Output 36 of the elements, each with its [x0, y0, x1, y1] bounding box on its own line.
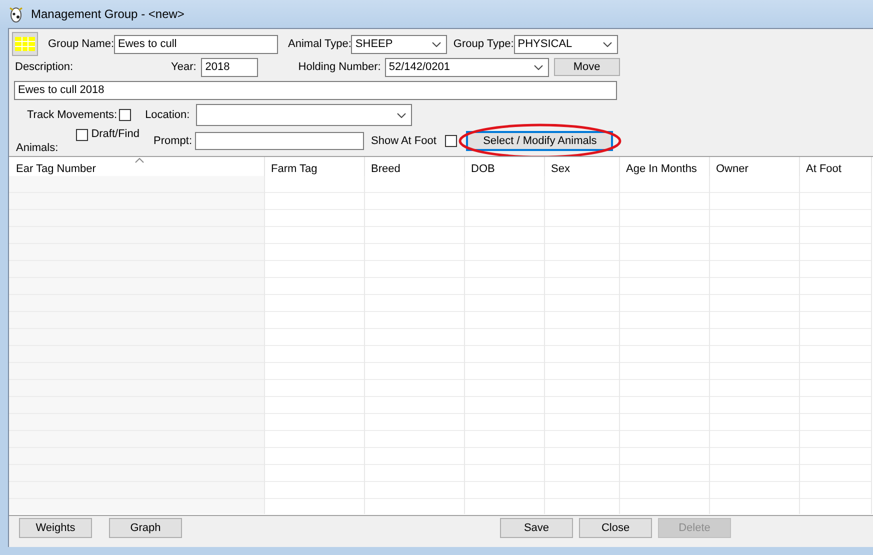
show-at-foot-checkbox[interactable]: [445, 135, 458, 147]
field-label: Year:: [171, 61, 196, 73]
prompt-field[interactable]: [195, 132, 364, 150]
field-label: Location:: [145, 109, 190, 121]
move-button[interactable]: Move: [554, 58, 620, 76]
description-field[interactable]: Ewes to cull 2018: [14, 80, 617, 100]
footer-button[interactable]: Graph: [109, 518, 182, 538]
window-title: Management Group - <new>: [31, 7, 184, 21]
footer-button[interactable]: Weights: [19, 518, 92, 538]
field-label: Animals:: [16, 142, 58, 154]
field-label: Show At Foot: [371, 135, 436, 147]
field-label: Description:: [15, 61, 74, 73]
field-label: Animal Type:: [288, 38, 352, 50]
cow-icon: [8, 5, 24, 23]
chevron-down-icon: [534, 64, 543, 70]
location-dropdown[interactable]: [196, 104, 412, 126]
chevron-down-icon: [432, 42, 442, 46]
animal-type-dropdown[interactable]: SHEEP: [351, 34, 448, 54]
field-label: Prompt:: [153, 135, 192, 147]
sort-icon: [135, 158, 144, 163]
draft-find-checkbox[interactable]: [76, 129, 88, 141]
field-label: Group Type:: [453, 38, 514, 50]
checkbox-label: Draft/Find: [91, 128, 140, 140]
group-type-dropdown[interactable]: PHYSICAL: [514, 34, 618, 54]
chevron-down-icon: [396, 112, 406, 118]
chevron-down-icon: [602, 42, 612, 46]
field-label: Holding Number:: [298, 61, 381, 73]
footer-button[interactable]: Save: [500, 518, 573, 538]
year-field[interactable]: 2018: [201, 58, 258, 76]
select-animals-button[interactable]: Select / Modify Animals: [466, 131, 614, 151]
track-movements-checkbox[interactable]: [119, 109, 132, 121]
field-label: Group Name:: [48, 38, 114, 50]
holding-number-dropdown[interactable]: 52/142/0201: [384, 58, 549, 76]
footer-button[interactable]: Close: [579, 518, 652, 538]
field-label: Track Movements:: [27, 109, 118, 121]
group-name-field[interactable]: Ewes to cull: [114, 34, 278, 54]
